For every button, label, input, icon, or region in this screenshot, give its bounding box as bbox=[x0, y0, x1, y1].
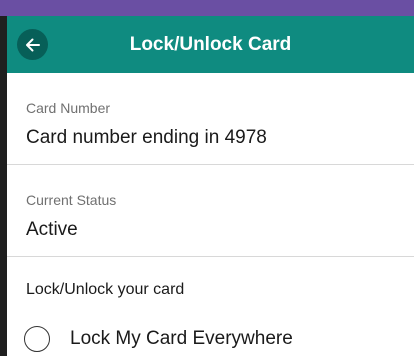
lock-everywhere-option[interactable]: Lock My Card Everywhere bbox=[24, 326, 293, 352]
lock-unlock-section: Lock/Unlock your card Lock My Card Every… bbox=[7, 257, 414, 356]
card-number-section: Card Number Card number ending in 4978 bbox=[7, 73, 414, 165]
card-number-label: Card Number bbox=[26, 100, 111, 116]
lock-unlock-heading: Lock/Unlock your card bbox=[26, 281, 185, 298]
page-title: Lock/Unlock Card bbox=[129, 34, 292, 55]
current-status-label: Current Status bbox=[26, 192, 117, 208]
lock-everywhere-radio[interactable] bbox=[24, 326, 50, 352]
current-status-section: Current Status Active bbox=[7, 165, 414, 257]
lock-unlock-screen: Lock/Unlock Card Card Number Card number… bbox=[7, 16, 414, 356]
lock-everywhere-label[interactable]: Lock My Card Everywhere bbox=[70, 328, 293, 350]
card-number-value: Card number ending in 4978 bbox=[26, 127, 267, 148]
window-left-edge bbox=[0, 16, 7, 356]
app-header: Lock/Unlock Card bbox=[7, 16, 414, 73]
current-status-value: Active bbox=[26, 219, 78, 240]
